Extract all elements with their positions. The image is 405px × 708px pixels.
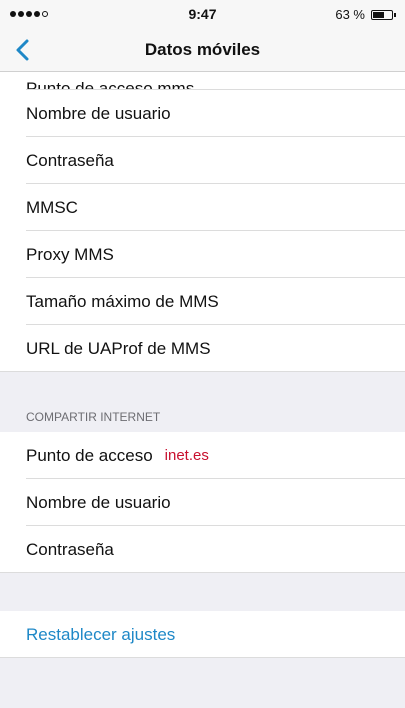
tethering-password-row[interactable]: Contraseña <box>0 526 405 573</box>
mms-access-point-row[interactable]: Punto de acceso mms <box>0 72 405 90</box>
mms-password-row[interactable]: Contraseña <box>0 137 405 184</box>
battery-percent: 63 % <box>335 7 365 22</box>
navigation-bar: Datos móviles <box>0 28 405 72</box>
row-label: Punto de acceso <box>26 445 153 465</box>
mmsc-row[interactable]: MMSC <box>0 184 405 231</box>
row-label: Nombre de usuario <box>26 492 171 512</box>
mms-username-row[interactable]: Nombre de usuario <box>0 90 405 137</box>
row-label: MMSC <box>26 197 78 217</box>
tethering-username-row[interactable]: Nombre de usuario <box>0 479 405 526</box>
mms-max-size-row[interactable]: Tamaño máximo de MMS <box>0 278 405 325</box>
reset-settings-button[interactable]: Restablecer ajustes <box>0 611 405 658</box>
page-title: Datos móviles <box>144 40 261 59</box>
row-label: Punto de acceso mms <box>26 79 195 90</box>
row-label: Contraseña <box>26 150 114 170</box>
settings-list: Punto de acceso mms Nombre de usuario Co… <box>0 72 405 708</box>
section-spacer <box>0 372 405 402</box>
section-header-tethering: COMPARTIR INTERNET <box>0 402 405 432</box>
row-label: Proxy MMS <box>26 244 114 264</box>
row-label: Tamaño máximo de MMS <box>26 291 219 311</box>
row-label: Nombre de usuario <box>26 103 171 123</box>
tethering-access-point-row[interactable]: Punto de acceso inet.es <box>0 432 405 479</box>
bottom-fill <box>0 658 405 708</box>
row-label: URL de UAProf de MMS <box>26 338 211 358</box>
section-spacer <box>0 573 405 611</box>
mms-uaprof-url-row[interactable]: URL de UAProf de MMS <box>0 325 405 372</box>
battery-level <box>373 12 385 18</box>
status-bar: 9:47 63 % <box>0 0 405 28</box>
row-label: Contraseña <box>26 539 114 559</box>
reset-settings-label: Restablecer ajustes <box>26 624 176 644</box>
access-point-value: inet.es <box>164 447 209 464</box>
battery-icon <box>371 10 393 20</box>
mms-proxy-row[interactable]: Proxy MMS <box>0 231 405 278</box>
